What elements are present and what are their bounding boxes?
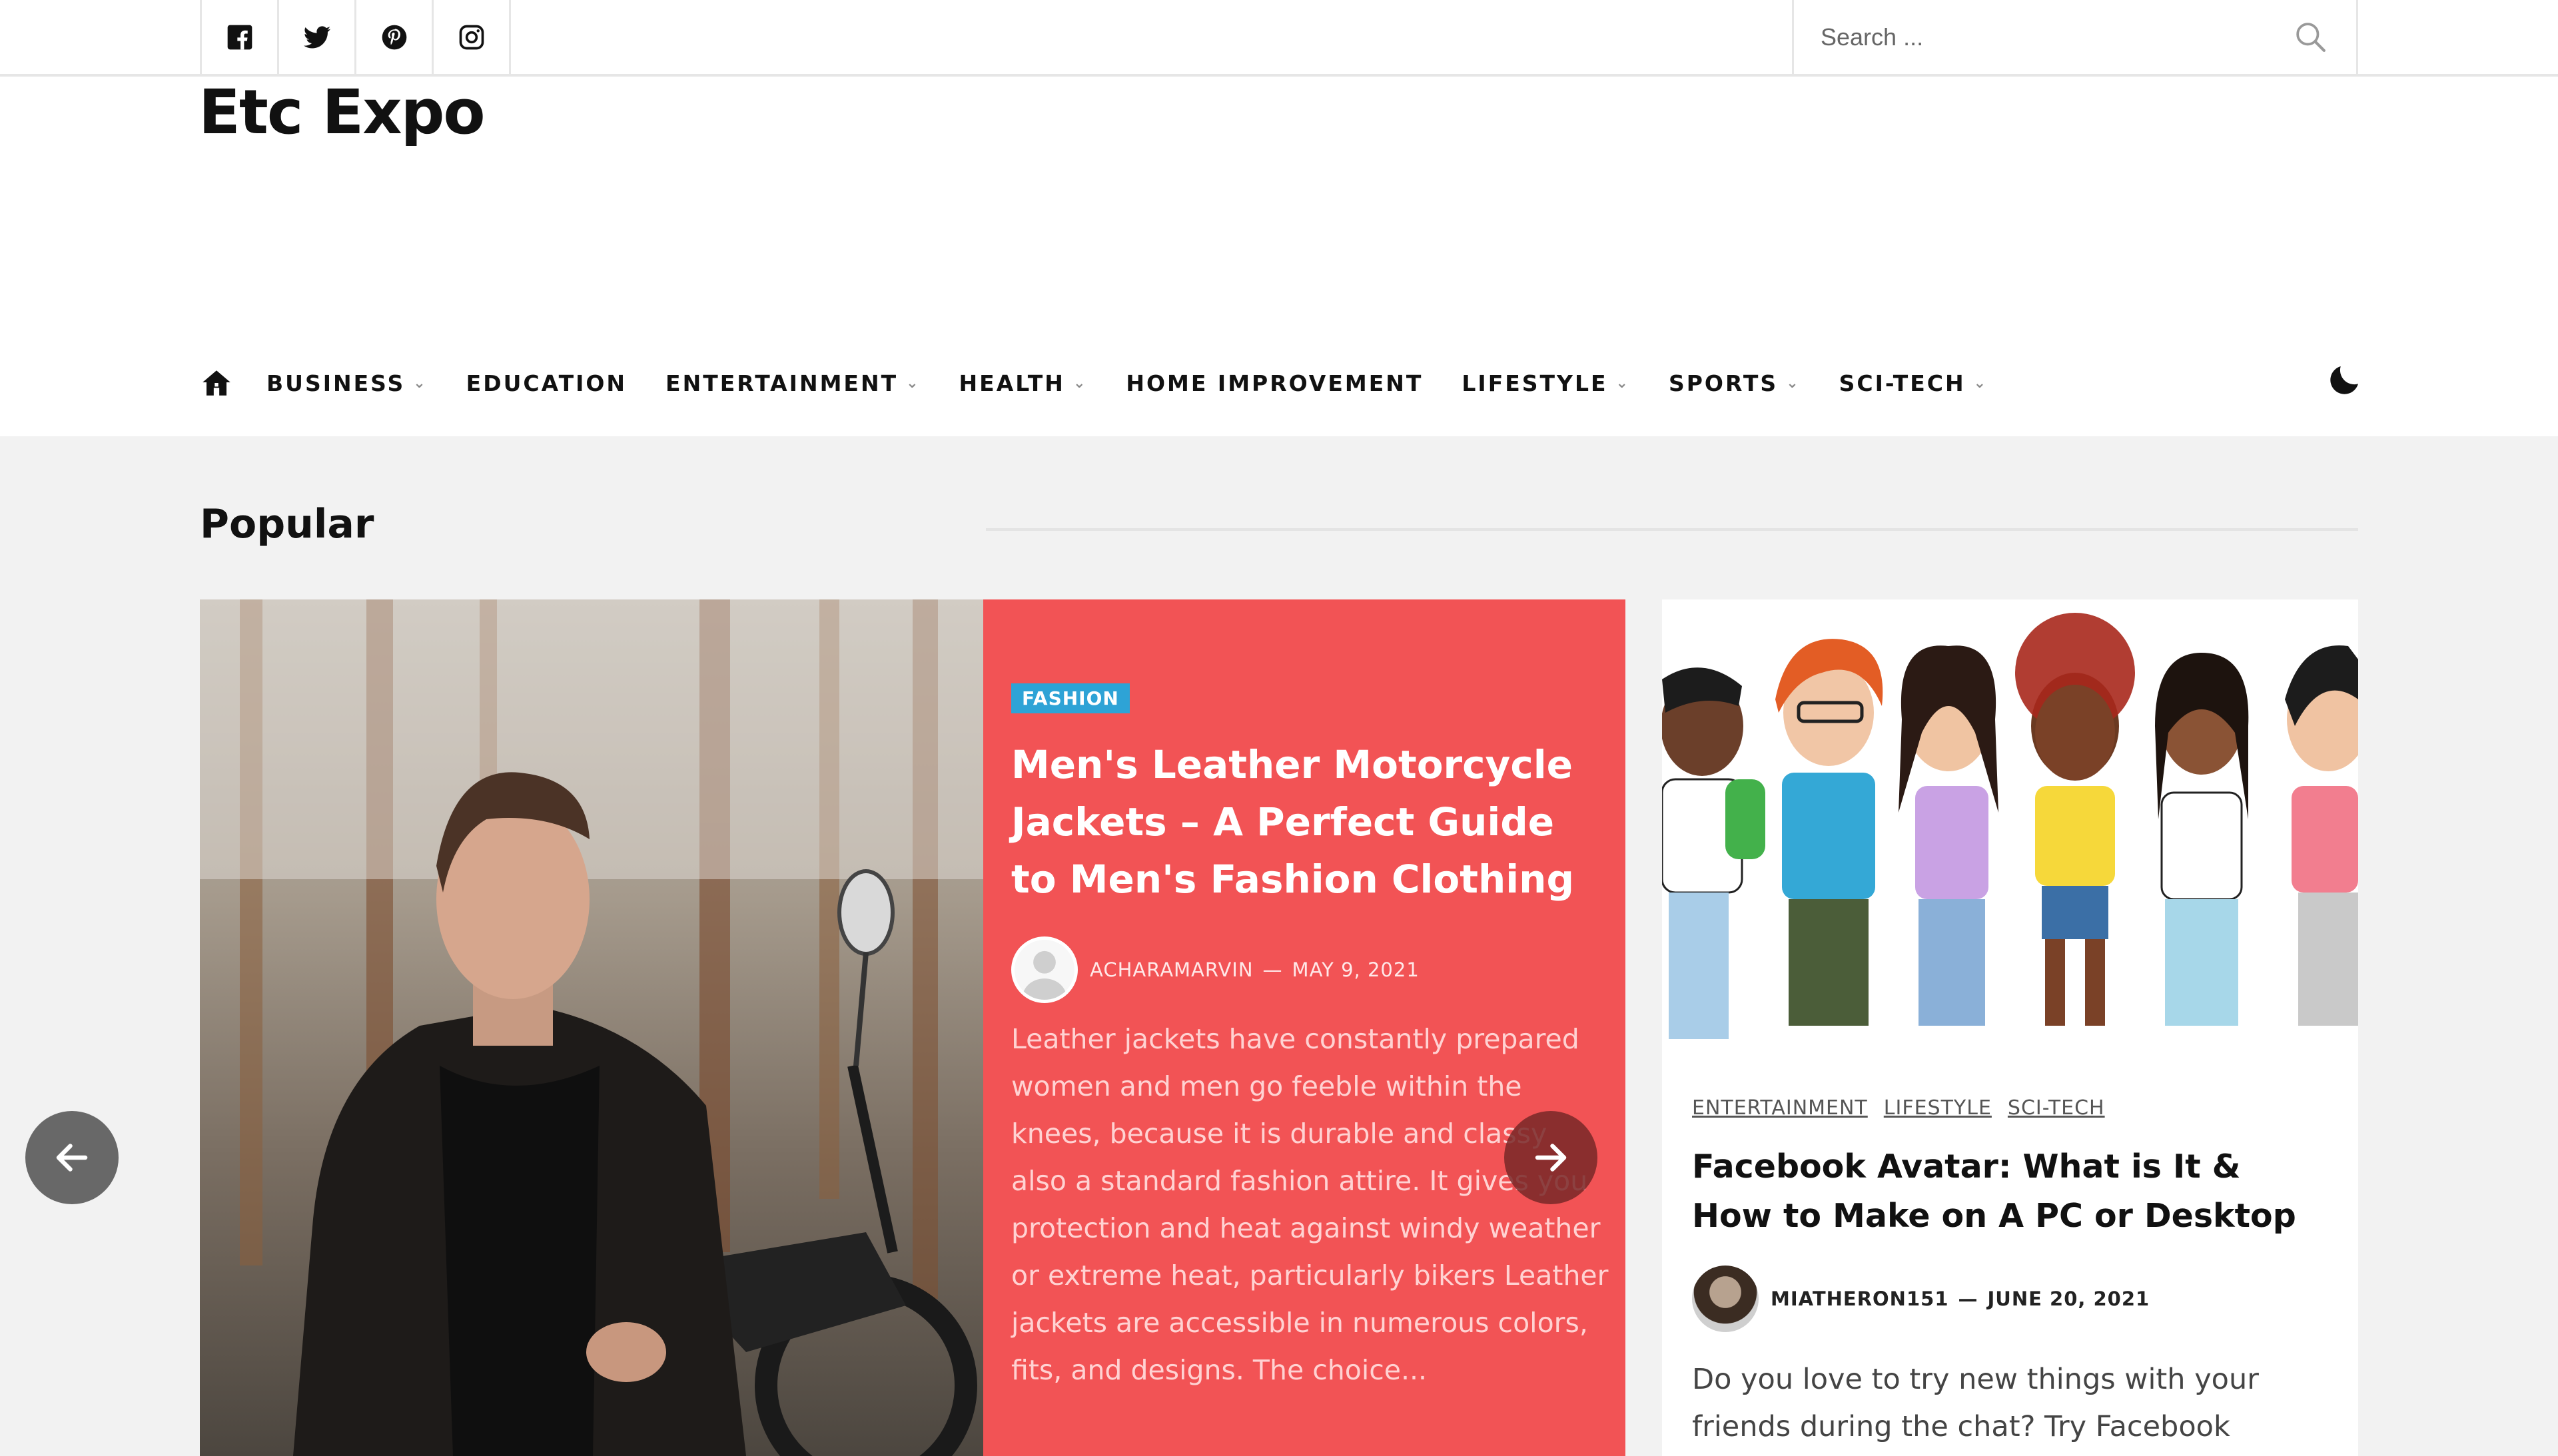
twitter-icon	[303, 25, 330, 48]
search-box	[1792, 0, 2358, 74]
chevron-down-icon: ⌄	[906, 374, 921, 392]
nav-item-label: HEALTH	[959, 370, 1065, 396]
nav-item-home-improvement[interactable]: HOME IMPROVEMENT	[1126, 370, 1423, 396]
chevron-down-icon: ⌄	[1072, 374, 1088, 392]
nav-item-education[interactable]: EDUCATION	[466, 370, 627, 396]
chevron-down-icon: ⌄	[413, 374, 428, 392]
nav-item-lifestyle[interactable]: LIFESTYLE ⌄	[1462, 370, 1630, 396]
section-title: Popular	[200, 501, 374, 547]
featured-excerpt: Leather jackets have constantly prepared…	[1011, 1023, 1609, 1386]
twitter-link[interactable]	[279, 0, 356, 74]
default-user-icon	[1022, 950, 1067, 1000]
slider-prev-button[interactable]	[25, 1111, 119, 1204]
dark-mode-moon-icon[interactable]	[2325, 360, 2365, 400]
nav-item-label: BUSINESS	[266, 370, 406, 396]
meta-separator: —	[1262, 958, 1283, 981]
search-input[interactable]	[1821, 23, 2292, 51]
meta-separator: —	[1958, 1287, 1978, 1310]
author-name[interactable]: ACHARAMARVIN	[1090, 958, 1254, 981]
social-links	[200, 0, 511, 74]
man-with-motorcycle-illustration	[200, 599, 983, 1456]
cartoon-avatars-illustration	[1662, 613, 2358, 1039]
featured-image[interactable]	[200, 599, 983, 1456]
pinterest-link[interactable]	[356, 0, 434, 74]
nav-item-label: HOME IMPROVEMENT	[1126, 370, 1424, 396]
slider-next-button[interactable]	[1504, 1111, 1597, 1204]
chevron-down-icon: ⌄	[1973, 374, 1988, 392]
nav-item-label: EDUCATION	[466, 370, 628, 396]
featured-content: FASHION Men's Leather Motorcycle Jackets…	[983, 599, 1625, 1456]
top-bar	[0, 0, 2558, 77]
category-link[interactable]: ENTERTAINMENT	[1692, 1096, 1868, 1120]
nav-item-label: LIFESTYLE	[1462, 370, 1608, 396]
nav-item-sports[interactable]: SPORTS ⌄	[1669, 370, 1801, 396]
featured-title[interactable]: Men's Leather Motorcycle Jackets – A Per…	[1011, 736, 1597, 908]
chevron-down-icon: ⌄	[1615, 374, 1630, 392]
nav-item-label: ENTERTAINMENT	[665, 370, 899, 396]
post-date[interactable]: MAY 9, 2021	[1292, 958, 1420, 981]
home-icon[interactable]	[200, 364, 233, 402]
facebook-icon	[227, 25, 252, 49]
featured-meta: ACHARAMARVIN — MAY 9, 2021	[1011, 936, 1420, 1003]
nav-item-business[interactable]: BUSINESS ⌄	[266, 370, 428, 396]
author-name[interactable]: MIATHERON151	[1771, 1287, 1949, 1310]
arrow-right-icon	[1535, 1144, 1567, 1172]
main-nav: BUSINESS ⌄ EDUCATION ENTERTAINMENT ⌄ HEA…	[200, 346, 2026, 420]
instagram-link[interactable]	[434, 0, 511, 74]
section-divider	[986, 528, 2358, 531]
instagram-icon	[459, 25, 484, 49]
category-link[interactable]: SCI-TECH	[2008, 1096, 2105, 1120]
category-badge[interactable]: FASHION	[1011, 683, 1130, 713]
nav-item-label: SPORTS	[1668, 370, 1779, 396]
nav-item-health[interactable]: HEALTH ⌄	[959, 370, 1088, 396]
search-icon[interactable]	[2292, 19, 2330, 56]
post-title[interactable]: Facebook Avatar: What is It & How to Mak…	[1692, 1142, 2332, 1241]
post-date[interactable]: JUNE 20, 2021	[1988, 1287, 2150, 1310]
facebook-link[interactable]	[202, 0, 279, 74]
post-excerpt-container: Do you love to try new things with your …	[1692, 1312, 2332, 1445]
nav-item-entertainment[interactable]: ENTERTAINMENT ⌄	[665, 370, 920, 396]
category-link[interactable]: LIFESTYLE	[1884, 1096, 1992, 1120]
post-card-image[interactable]	[1662, 599, 2358, 1052]
featured-slider: FASHION Men's Leather Motorcycle Jackets…	[200, 599, 1625, 1456]
chevron-down-icon: ⌄	[1786, 374, 1801, 392]
nav-item-label: SCI-TECH	[1839, 370, 1966, 396]
arrow-left-icon	[56, 1144, 88, 1172]
nav-item-sci-tech[interactable]: SCI-TECH ⌄	[1839, 370, 1988, 396]
post-card: ENTERTAINMENT LIFESTYLE SCI-TECH Faceboo…	[1662, 599, 2358, 1456]
pinterest-icon	[382, 25, 406, 49]
avatar[interactable]	[1011, 936, 1078, 1003]
post-categories: ENTERTAINMENT LIFESTYLE SCI-TECH	[1692, 1096, 2121, 1120]
post-excerpt: Do you love to try new things with your …	[1692, 1363, 2259, 1443]
site-title[interactable]: Etc Expo	[199, 77, 486, 148]
